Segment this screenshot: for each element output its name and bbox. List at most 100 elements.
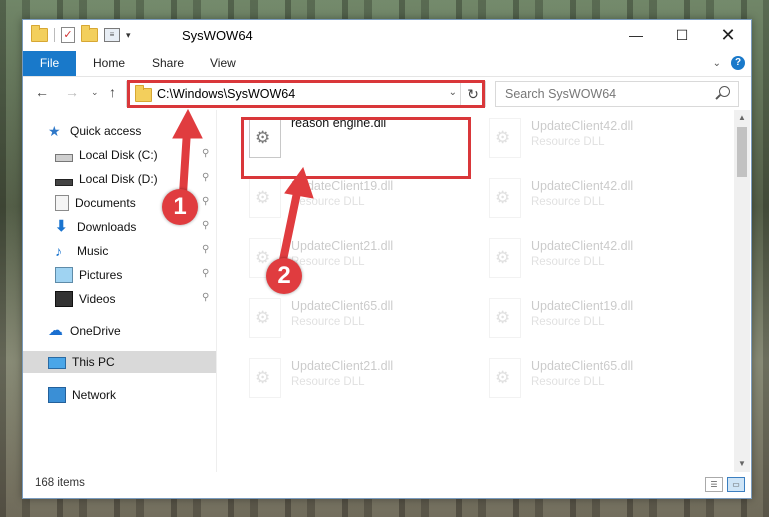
sidebar-item-label: OneDrive <box>70 324 121 338</box>
recent-locations-icon[interactable]: ⌄ <box>91 87 99 98</box>
tab-home[interactable]: Home <box>93 51 125 76</box>
sidebar-item-label: Local Disk (C:) <box>79 148 158 162</box>
sidebar-item-label: Local Disk (D:) <box>79 172 158 186</box>
pin-icon[interactable]: ⚲ <box>202 172 209 183</box>
properties-check-icon[interactable]: ✓ <box>61 27 75 43</box>
pin-icon[interactable]: ⚲ <box>202 292 209 303</box>
sidebar-item-music[interactable]: ♪ Music ⚲ <box>23 240 248 262</box>
cloud-icon: ☁ <box>48 322 63 339</box>
file-type: Resource DLL <box>531 196 605 208</box>
details-view-icon[interactable]: ☰ <box>705 477 723 492</box>
file-type: Resource DLL <box>291 316 365 328</box>
sidebar-item-quick-access[interactable]: ★ Quick access <box>23 120 241 142</box>
close-button[interactable]: ✕ <box>705 20 751 51</box>
pin-icon[interactable]: ⚲ <box>202 196 209 207</box>
sidebar-item-this-pc[interactable]: This PC <box>23 351 216 373</box>
vertical-scrollbar[interactable]: ▲ ▼ <box>734 110 750 472</box>
dll-file-icon <box>489 298 521 338</box>
customize-toolbar-icon[interactable]: ≡ <box>104 28 120 42</box>
folder-icon[interactable] <box>31 25 48 42</box>
forward-arrow-icon[interactable]: → <box>65 84 79 100</box>
up-arrow-icon[interactable]: ↑ <box>109 84 116 100</box>
maximize-button[interactable]: ☐ <box>659 20 705 51</box>
download-icon: ⬇ <box>55 218 68 235</box>
dll-file-icon <box>249 358 281 398</box>
computer-icon <box>48 356 66 369</box>
item-count: 168 items <box>35 477 85 489</box>
chevron-down-icon[interactable]: ▾ <box>126 30 131 41</box>
tab-file[interactable]: File <box>23 51 76 76</box>
file-type: Resource DLL <box>531 256 605 268</box>
file-item[interactable]: UpdateClient21.dll Resource DLL <box>245 350 480 398</box>
sidebar-item-label: Pictures <box>79 268 123 282</box>
music-icon: ♪ <box>55 243 62 259</box>
new-folder-icon[interactable] <box>81 25 98 42</box>
window-title: SysWOW64 <box>182 28 253 43</box>
sidebar-item-label: Network <box>72 388 117 402</box>
file-type: Resource DLL <box>291 376 365 388</box>
disk-icon <box>55 179 73 186</box>
pin-icon[interactable]: ⚲ <box>202 268 209 279</box>
pin-icon[interactable]: ⚲ <box>202 220 209 231</box>
scroll-up-icon[interactable]: ▲ <box>734 110 750 126</box>
sidebar-item-downloads[interactable]: ⬇ Downloads ⚲ <box>23 216 248 238</box>
sidebar-item-documents[interactable]: Documents ⚲ <box>23 192 248 214</box>
tab-view[interactable]: View <box>210 51 236 76</box>
file-name: UpdateClient65.dll <box>291 299 394 313</box>
navigation-pane: ★ Quick access Local Disk (C:) ⚲ Local D… <box>23 110 217 472</box>
file-name: UpdateClient19.dll <box>291 179 394 193</box>
sidebar-item-onedrive[interactable]: ☁ OneDrive <box>23 320 241 342</box>
sidebar-item-videos[interactable]: Videos ⚲ <box>23 288 248 310</box>
pin-icon[interactable]: ⚲ <box>202 244 209 255</box>
file-name: UpdateClient19.dll <box>531 299 634 313</box>
file-name: UpdateClient42.dll <box>531 119 634 133</box>
file-name: UpdateClient21.dll <box>291 239 394 253</box>
sidebar-item-label: Quick access <box>70 124 142 138</box>
toolbar-divider <box>54 28 55 42</box>
sidebar-item-label: Documents <box>75 196 136 210</box>
file-name: UpdateClient65.dll <box>531 359 634 373</box>
search-icon[interactable] <box>719 86 730 97</box>
videos-icon <box>55 291 73 307</box>
sidebar-item-local-disk-d[interactable]: Local Disk (D:) ⚲ <box>23 168 248 190</box>
file-type: Resource DLL <box>531 376 605 388</box>
dll-file-icon <box>489 118 521 158</box>
sidebar-item-label: Downloads <box>77 220 137 234</box>
title-bar: ✓ ≡ ▾ SysWOW64 — ☐ ✕ <box>23 20 751 51</box>
file-type: Resource DLL <box>531 136 605 148</box>
step-badge-2: 2 <box>266 258 302 294</box>
help-icon[interactable]: ? <box>731 56 745 70</box>
pictures-icon <box>55 267 73 283</box>
scrollbar-thumb[interactable] <box>737 127 747 177</box>
file-highlight-box <box>241 117 471 179</box>
dll-file-icon <box>489 238 521 278</box>
file-item[interactable]: UpdateClient42.dll Resource DLL <box>485 110 720 158</box>
sidebar-item-pictures[interactable]: Pictures ⚲ <box>23 264 248 286</box>
file-item[interactable]: UpdateClient65.dll Resource DLL <box>245 290 480 338</box>
search-placeholder: Search SysWOW64 <box>505 87 617 101</box>
sidebar-item-network[interactable]: Network <box>23 384 241 406</box>
ribbon-tabs: File Home Share View ⌄ ? <box>23 51 751 77</box>
quick-access-toolbar: ✓ ≡ ▾ <box>31 25 131 43</box>
file-type: Resource DLL <box>531 316 605 328</box>
file-item[interactable]: UpdateClient19.dll Resource DLL <box>485 290 720 338</box>
file-item[interactable]: UpdateClient42.dll Resource DLL <box>485 170 720 218</box>
tiles-view-icon[interactable]: ▭ <box>727 477 745 492</box>
file-item[interactable]: UpdateClient65.dll Resource DLL <box>485 350 720 398</box>
file-item[interactable]: UpdateClient42.dll Resource DLL <box>485 230 720 278</box>
tab-share[interactable]: Share <box>152 51 184 76</box>
sidebar-item-label: Videos <box>79 292 116 306</box>
search-input[interactable]: Search SysWOW64 <box>495 81 739 107</box>
scroll-down-icon[interactable]: ▼ <box>734 456 750 472</box>
ribbon-controls: ⌄ ? <box>713 56 745 70</box>
dll-file-icon <box>489 178 521 218</box>
dll-file-icon <box>249 298 281 338</box>
star-icon: ★ <box>48 123 61 139</box>
ribbon-expand-icon[interactable]: ⌄ <box>713 58 721 69</box>
file-type: Resource DLL <box>291 196 365 208</box>
sidebar-item-local-disk-c[interactable]: Local Disk (C:) ⚲ <box>23 144 248 166</box>
minimize-button[interactable]: — <box>613 20 659 51</box>
back-arrow-icon[interactable]: ← <box>35 84 49 100</box>
pin-icon[interactable]: ⚲ <box>202 148 209 159</box>
dll-file-icon <box>489 358 521 398</box>
